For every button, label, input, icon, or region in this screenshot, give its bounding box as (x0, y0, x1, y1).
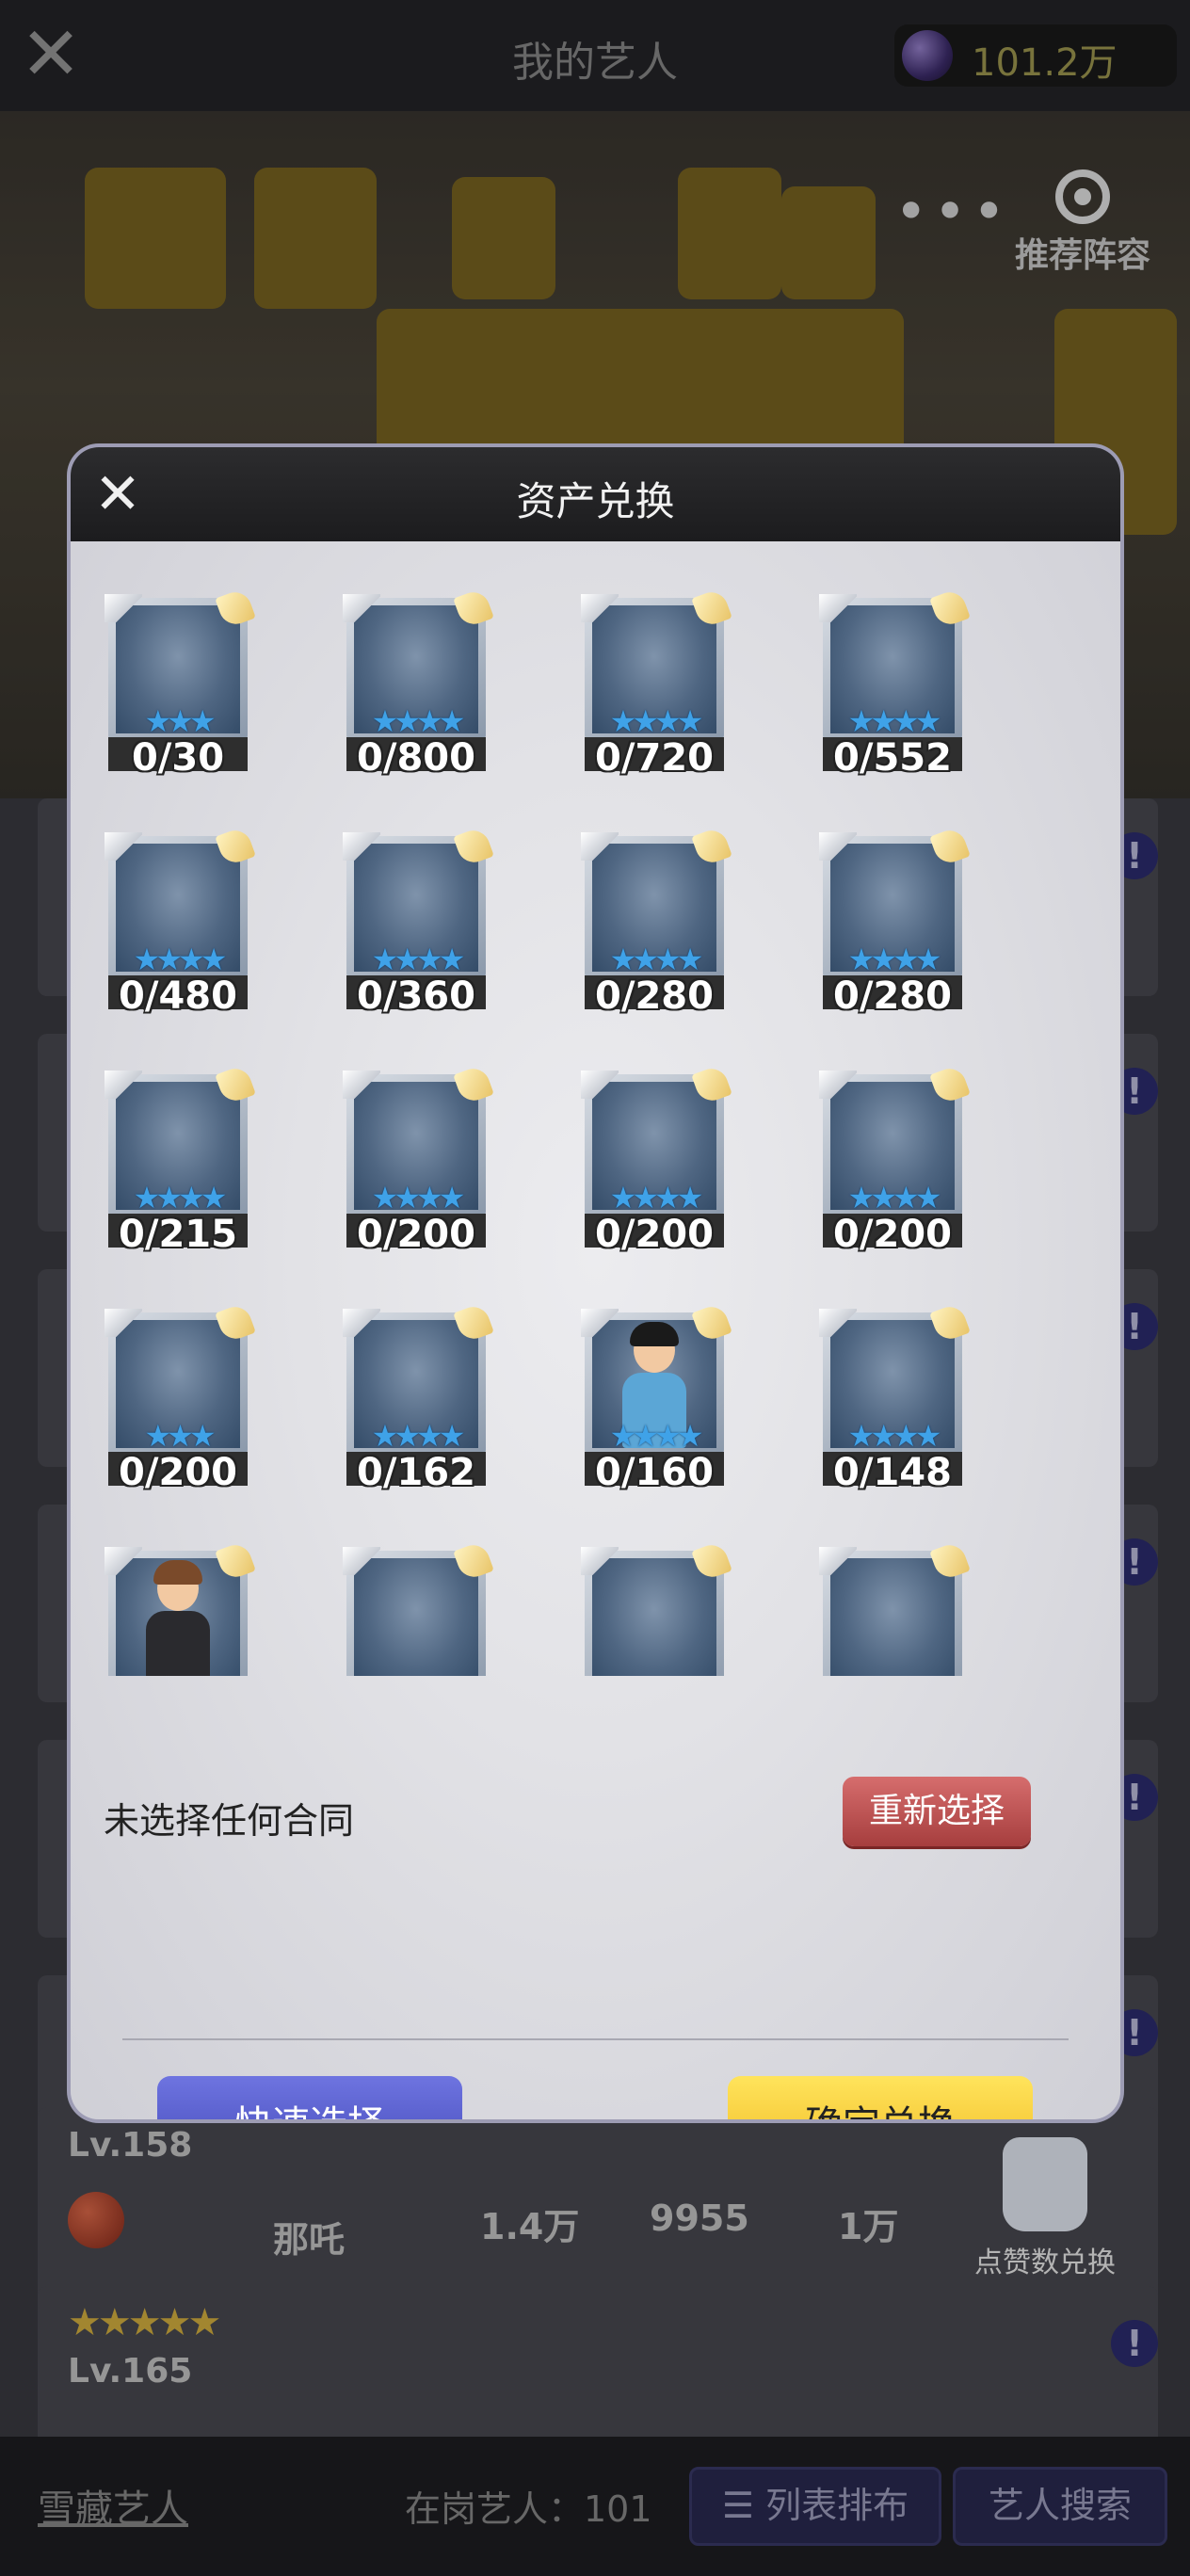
contract-grid: ★★★ 0/30 ★★★★ 0/800 ★★★★ 0/720 ★★★★ 0/552 ★★★★ 0/… (71, 541, 1120, 1676)
card-corner (581, 1547, 619, 1575)
card-corner (343, 1547, 380, 1575)
contract-count: 0/800 (357, 736, 475, 780)
character-girl-icon (140, 1560, 216, 1676)
card-portrait (354, 1558, 478, 1676)
card-portrait (830, 1558, 955, 1676)
star-rating: ★★★★ (847, 703, 942, 739)
quick-select-button[interactable]: 快速选择 (157, 2076, 462, 2119)
star-rating: ★★★★ (133, 942, 228, 977)
contract-card[interactable]: ★★★★ 0/280 (819, 826, 971, 1015)
contract-card[interactable] (105, 1540, 256, 1676)
card-corner (343, 832, 380, 861)
star-rating: ★★★★ (371, 1180, 466, 1216)
star-rating: ★★★★ (609, 942, 704, 977)
contract-card[interactable]: ★★★★ 0/800 (343, 588, 494, 777)
card-corner (819, 1071, 857, 1099)
dialog-title: 资产兑换 (516, 478, 675, 524)
contract-count: 0/280 (833, 974, 952, 1018)
contract-count: 0/148 (833, 1451, 952, 1494)
card-corner (105, 1071, 142, 1099)
contract-card[interactable]: ★★★★ 0/148 (819, 1302, 971, 1491)
contract-card[interactable]: ★★★★ 0/162 (343, 1302, 494, 1491)
selection-status: 未选择任何合同 (104, 1800, 355, 1842)
contract-count: 0/552 (833, 736, 952, 780)
contract-card[interactable]: ★★★ 0/200 (105, 1302, 256, 1491)
card-corner (343, 1071, 380, 1099)
contract-count: 0/200 (119, 1451, 237, 1494)
asset-exchange-dialog: ✕ 资产兑换 ★★★ 0/30 ★★★★ 0/800 ★★★★ 0/720 ★★★★ 0/55… (71, 447, 1120, 2119)
star-rating: ★★★★ (847, 1418, 942, 1454)
star-rating: ★★★★ (609, 1180, 704, 1216)
contract-card[interactable]: ★★★★ 0/280 (581, 826, 732, 1015)
contract-card[interactable] (343, 1540, 494, 1676)
star-rating: ★★★★ (371, 1418, 466, 1454)
star-rating: ★★★★ (371, 703, 466, 739)
card-corner (343, 594, 380, 622)
contract-count: 0/30 (131, 736, 225, 780)
contract-count: 0/280 (595, 974, 714, 1018)
contract-count: 0/360 (357, 974, 475, 1018)
contract-count: 0/200 (595, 1213, 714, 1256)
contract-count: 0/162 (357, 1451, 475, 1494)
card-corner (819, 1547, 857, 1575)
contract-card[interactable]: ★★★★ 0/200 (819, 1064, 971, 1253)
card-corner (581, 832, 619, 861)
contract-card[interactable]: ★★★★ 0/720 (581, 588, 732, 777)
star-rating: ★★★★ (133, 1180, 228, 1216)
contract-card[interactable]: ★★★★ 0/480 (105, 826, 256, 1015)
dialog-header: ✕ 资产兑换 (71, 447, 1120, 541)
star-rating: ★★★ (144, 1418, 216, 1454)
contract-card[interactable] (581, 1540, 732, 1676)
card-corner (105, 1547, 142, 1575)
contract-count: 0/215 (119, 1213, 237, 1256)
contract-card[interactable]: ★★★★ 0/552 (819, 588, 971, 777)
contract-card[interactable]: ★★★★ 0/200 (581, 1064, 732, 1253)
card-portrait (592, 1558, 716, 1676)
card-corner (581, 1309, 619, 1337)
card-corner (819, 594, 857, 622)
card-corner (105, 594, 142, 622)
card-corner (105, 1309, 142, 1337)
card-corner (581, 1071, 619, 1099)
star-rating: ★★★★ (609, 1418, 704, 1454)
star-rating: ★★★★ (609, 703, 704, 739)
star-rating: ★★★★ (847, 1180, 942, 1216)
contract-card[interactable]: ★★★★ 0/200 (343, 1064, 494, 1253)
contract-card[interactable]: ★★★ 0/30 (105, 588, 256, 777)
contract-count: 0/720 (595, 736, 714, 780)
confirm-exchange-button[interactable]: 确定兑换 (728, 2076, 1033, 2119)
card-corner (819, 832, 857, 861)
contract-card[interactable]: ★★★★ 0/360 (343, 826, 494, 1015)
contract-count: 0/200 (357, 1213, 475, 1256)
star-rating: ★★★ (144, 703, 216, 739)
contract-card[interactable] (819, 1540, 971, 1676)
divider (122, 2038, 1069, 2040)
reselect-button[interactable]: 重新选择 (843, 1777, 1031, 1846)
contract-count: 0/160 (595, 1451, 714, 1494)
card-corner (343, 1309, 380, 1337)
contract-count: 0/200 (833, 1213, 952, 1256)
star-rating: ★★★★ (847, 942, 942, 977)
card-corner (581, 594, 619, 622)
contract-count: 0/480 (119, 974, 237, 1018)
contract-card[interactable]: ★★★★ 0/160 (581, 1302, 732, 1491)
card-corner (105, 832, 142, 861)
contract-card[interactable]: ★★★★ 0/215 (105, 1064, 256, 1253)
card-corner (819, 1309, 857, 1337)
dialog-body: ★★★ 0/30 ★★★★ 0/800 ★★★★ 0/720 ★★★★ 0/552 ★★★★ 0/… (71, 541, 1120, 2119)
star-rating: ★★★★ (371, 942, 466, 977)
